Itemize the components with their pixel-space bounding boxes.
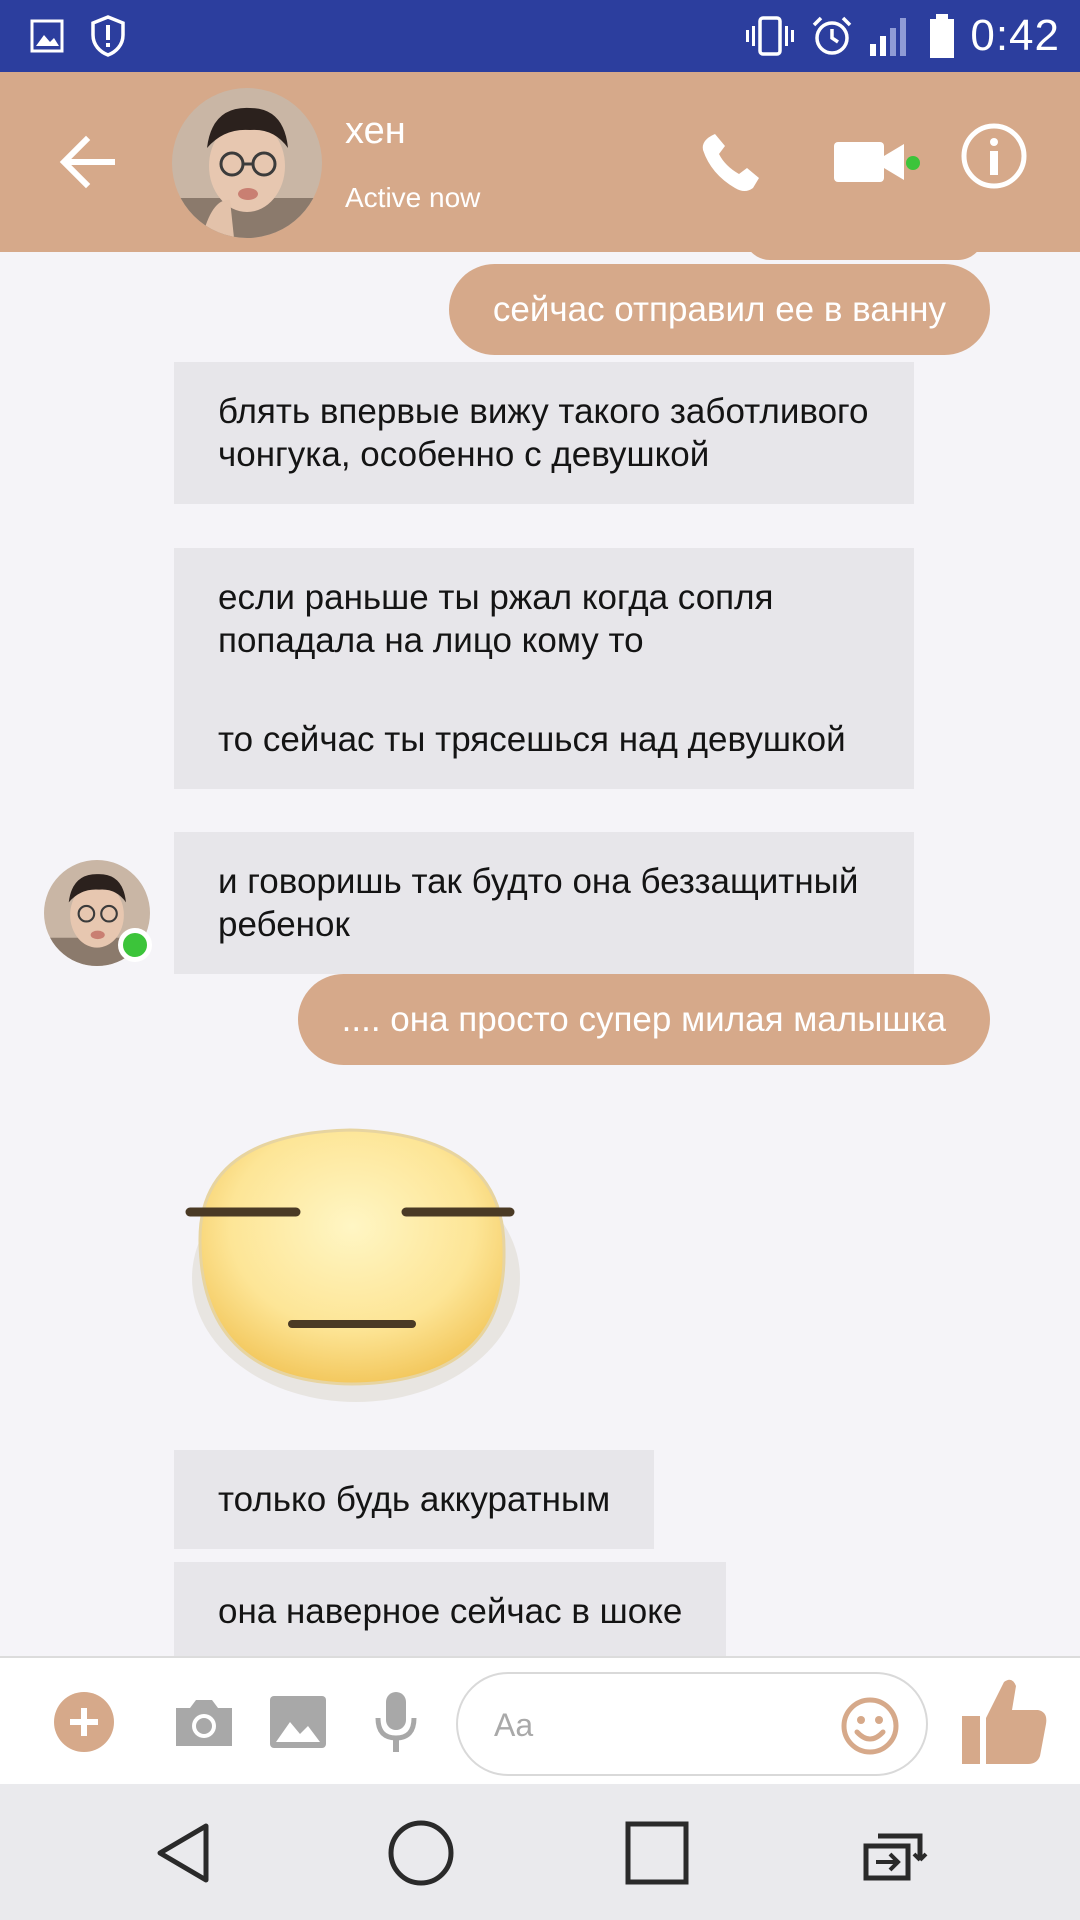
video-active-dot: [906, 156, 920, 170]
previous-message-bubble: [744, 252, 984, 260]
vibrate-icon: [746, 16, 795, 56]
message-bubble-outgoing[interactable]: сейчас отправил ее в ванну: [448, 264, 990, 355]
system-navigation-bar: [0, 1784, 1080, 1920]
nav-switch-app-icon[interactable]: [858, 1818, 938, 1888]
nav-home-icon[interactable]: [386, 1818, 456, 1888]
camera-icon[interactable]: [172, 1694, 236, 1750]
add-plus-icon[interactable]: [54, 1692, 114, 1752]
thumbs-up-icon[interactable]: [960, 1676, 1048, 1766]
message-text-input[interactable]: [494, 1700, 824, 1750]
message-list[interactable]: сейчас отправил ее в ванну блять впервые…: [0, 252, 1080, 1656]
nav-recents-icon[interactable]: [624, 1820, 690, 1886]
status-bar: 0:42: [0, 0, 1080, 72]
message-bubble-incoming[interactable]: если раньше ты ржал когда сопля попадала…: [174, 548, 914, 690]
info-icon[interactable]: [958, 120, 1030, 192]
nav-back-icon[interactable]: [150, 1818, 220, 1888]
message-bubble-incoming[interactable]: она наверное сейчас в шоке: [174, 1562, 727, 1656]
shield-icon: [91, 15, 125, 57]
status-bar-right: 0:42: [744, 8, 1060, 64]
expressionless-face-sticker[interactable]: [180, 1092, 530, 1412]
online-indicator: [118, 928, 152, 962]
message-bubble-incoming[interactable]: блять впервые вижу такого заботливого чо…: [174, 362, 914, 504]
contact-name[interactable]: хен: [345, 110, 406, 153]
contact-photo-icon: [172, 88, 322, 238]
message-bubble-incoming[interactable]: то сейчас ты трясешься над девушкой: [174, 690, 914, 789]
status-time: 0:42: [970, 11, 1060, 60]
message-bubble-incoming[interactable]: и говоришь так будто она беззащитный реб…: [174, 832, 914, 974]
back-arrow-icon[interactable]: [52, 127, 122, 197]
conversation-header: хен Active now: [0, 72, 1080, 252]
gallery-picker-icon[interactable]: [268, 1694, 328, 1750]
message-input-field[interactable]: [456, 1672, 928, 1776]
message-composer: [0, 1656, 1080, 1784]
contact-active-status: Active now: [345, 182, 481, 213]
emoji-icon[interactable]: [840, 1696, 900, 1756]
battery-icon: [930, 14, 955, 58]
signal-icon: [870, 18, 907, 56]
gallery-icon: [30, 19, 64, 53]
message-bubble-incoming[interactable]: только будь аккуратным: [174, 1450, 655, 1549]
phone-call-icon[interactable]: [695, 126, 767, 198]
microphone-icon[interactable]: [372, 1690, 420, 1754]
message-bubble-outgoing[interactable]: .... она просто супер милая малышка: [297, 974, 990, 1065]
contact-avatar[interactable]: [172, 88, 322, 238]
status-bar-left: [30, 12, 126, 60]
alarm-icon: [813, 16, 852, 55]
